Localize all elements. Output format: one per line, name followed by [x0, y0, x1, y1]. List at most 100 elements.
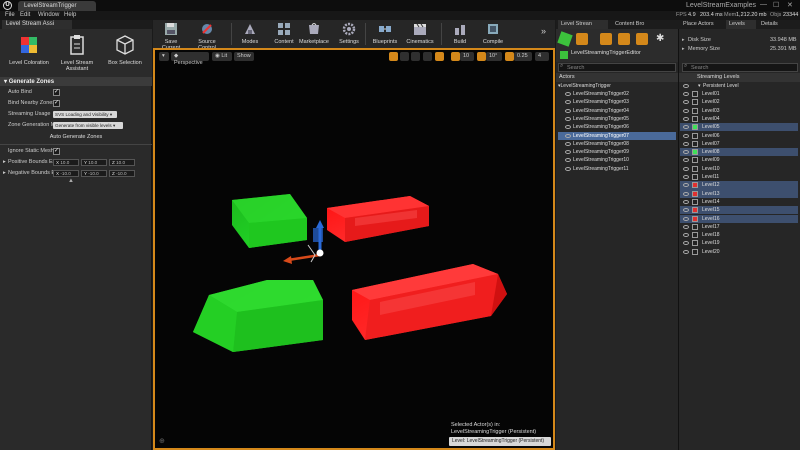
compile-button[interactable]: Compile — [479, 21, 507, 47]
level-row[interactable]: Level09 — [680, 156, 798, 164]
visibility-eye-icon[interactable] — [683, 249, 689, 254]
level-color-swatch[interactable] — [692, 99, 698, 106]
visibility-eye-icon[interactable] — [565, 108, 571, 113]
visibility-eye-icon[interactable] — [683, 208, 689, 213]
visibility-eye-icon[interactable] — [683, 216, 689, 221]
level-row[interactable]: Level17 — [680, 223, 798, 231]
level-viewport[interactable]: ▾ ◆ Perspective ◉ Lit Show 10 10° 0.25 4 — [153, 48, 555, 450]
negative-x-field[interactable]: X -10.0 — [53, 170, 79, 177]
level-row[interactable]: Level04 — [680, 115, 798, 123]
level-color-swatch[interactable] — [692, 190, 698, 197]
level-stream-tab[interactable]: Level Stream Assi — [2, 20, 72, 29]
negative-z-field[interactable]: Z -10.0 — [109, 170, 135, 177]
level-row[interactable]: Level10 — [680, 165, 798, 173]
green-trigger-volume[interactable] — [232, 194, 307, 248]
visibility-eye-icon[interactable] — [565, 100, 571, 105]
level-row[interactable]: Level03 — [680, 107, 798, 115]
level-color-swatch[interactable] — [692, 107, 698, 114]
visibility-eye-icon[interactable] — [565, 116, 571, 121]
visibility-eye-icon[interactable] — [683, 199, 689, 204]
collapse-button[interactable]: ▲ — [68, 178, 74, 184]
cinematics-button[interactable]: Cinematics — [405, 21, 435, 47]
visibility-eye-icon[interactable] — [683, 233, 689, 238]
tab-levels[interactable]: Levels — [726, 20, 756, 29]
visibility-eye-icon[interactable] — [683, 116, 689, 121]
generate-zones-header[interactable]: ▾ Generate Zones — [0, 77, 152, 86]
visibility-eye-icon[interactable] — [683, 158, 689, 163]
visibility-eye-icon[interactable] — [565, 150, 571, 155]
actor-row[interactable]: LevelStreamingTrigger02 — [558, 90, 676, 98]
visibility-eye-icon[interactable] — [683, 166, 689, 171]
visibility-eye-icon[interactable] — [565, 92, 571, 96]
level-stream-assistant-button[interactable]: Level Stream Assistant — [54, 31, 100, 75]
level-color-swatch[interactable] — [692, 149, 698, 156]
level-color-swatch[interactable] — [692, 240, 698, 247]
level-color-swatch[interactable] — [692, 248, 698, 255]
actor-row[interactable]: LevelStreamingTrigger07 — [558, 131, 676, 140]
collapse-arrow-icon[interactable]: ▸ — [682, 46, 685, 52]
level-color-swatch[interactable] — [692, 124, 698, 131]
actor-row[interactable]: LevelStreamingTrigger06 — [558, 123, 676, 131]
visibility-eye-icon[interactable] — [683, 175, 689, 179]
close-button[interactable]: ✕ — [787, 1, 793, 9]
level-coloration-button[interactable]: Level Coloration — [6, 31, 52, 75]
tab-details[interactable]: Details — [758, 20, 792, 29]
zone-generation-dropdown[interactable]: Generate from visible levels ▾ — [53, 122, 123, 129]
level-color-swatch[interactable] — [692, 215, 698, 222]
menu-window[interactable]: Window — [38, 12, 59, 18]
level-color-swatch[interactable] — [692, 165, 698, 172]
level-color-swatch[interactable] — [692, 174, 698, 180]
auto-bind-checkbox[interactable]: ✓ — [53, 89, 60, 96]
save-current-button[interactable]: Save Current — [155, 21, 187, 51]
menu-file[interactable]: File — [5, 12, 15, 18]
unbind-icon[interactable] — [636, 33, 648, 45]
menu-help[interactable]: Help — [64, 12, 76, 18]
red-trigger-volume[interactable] — [327, 196, 429, 242]
visibility-eye-icon[interactable] — [683, 150, 689, 155]
positive-x-field[interactable]: X 10.0 — [53, 159, 79, 166]
level-color-swatch[interactable] — [692, 115, 698, 122]
negative-y-field[interactable]: Y -10.0 — [81, 170, 107, 177]
green-trigger-volume[interactable] — [193, 280, 323, 352]
actor-row[interactable]: LevelStreamingTrigger09 — [558, 148, 676, 156]
maximize-button[interactable]: ☐ — [773, 1, 779, 9]
level-row[interactable]: Level02 — [680, 98, 798, 106]
level-color-swatch[interactable] — [692, 140, 698, 147]
level-row[interactable]: Level01 — [680, 90, 798, 98]
actor-row[interactable]: LevelStreamingTrigger10 — [558, 156, 676, 164]
visibility-eye-icon[interactable] — [683, 125, 689, 130]
visibility-eye-icon[interactable] — [683, 84, 689, 88]
tab-place-actors[interactable]: Place Actors — [680, 20, 724, 29]
level-row[interactable]: Level19 — [680, 239, 798, 247]
toolbar-expand-icon[interactable]: » — [541, 26, 546, 36]
gear-icon[interactable]: ✱ — [656, 33, 664, 44]
expand-arrow-icon[interactable]: ▸ — [3, 170, 6, 176]
visibility-eye-icon[interactable] — [683, 141, 689, 146]
visibility-eye-icon[interactable] — [683, 133, 689, 138]
level-row[interactable]: Level16 — [680, 214, 798, 223]
visibility-eye-icon[interactable] — [683, 241, 689, 246]
visibility-eye-icon[interactable] — [683, 100, 689, 105]
visibility-eye-icon[interactable] — [683, 92, 689, 96]
visibility-eye-icon[interactable] — [565, 141, 571, 146]
level-row[interactable]: Level07 — [680, 140, 798, 148]
build-button[interactable]: Build — [447, 21, 473, 47]
visibility-eye-icon[interactable] — [565, 166, 571, 171]
tab-level-stream[interactable]: Level Strean — [558, 20, 608, 29]
source-control-button[interactable]: Source Control — [189, 21, 225, 51]
level-row[interactable]: Level20 — [680, 248, 798, 256]
box-selection-button[interactable]: Box Selection — [102, 31, 148, 75]
collapse-arrow-icon[interactable]: ▸ — [682, 37, 685, 43]
visibility-eye-icon[interactable] — [565, 125, 571, 130]
positive-z-field[interactable]: Z 10.0 — [109, 159, 135, 166]
actor-row[interactable]: LevelStreamingTrigger05 — [558, 115, 676, 123]
expand-arrow-icon[interactable]: ▸ — [3, 159, 6, 165]
level-row[interactable]: Level12 — [680, 181, 798, 190]
streaming-usage-dropdown[interactable]: SVS Loading and Visibility ▾ — [53, 111, 117, 118]
level-row[interactable]: Level06 — [680, 132, 798, 140]
level-color-swatch[interactable] — [692, 223, 698, 230]
level-row[interactable]: Level14 — [680, 198, 798, 206]
level-color-swatch[interactable] — [692, 207, 698, 214]
editor-tab[interactable]: LevelStreamTrigger — [18, 1, 96, 11]
blueprints-button[interactable]: Blueprints — [371, 21, 399, 47]
